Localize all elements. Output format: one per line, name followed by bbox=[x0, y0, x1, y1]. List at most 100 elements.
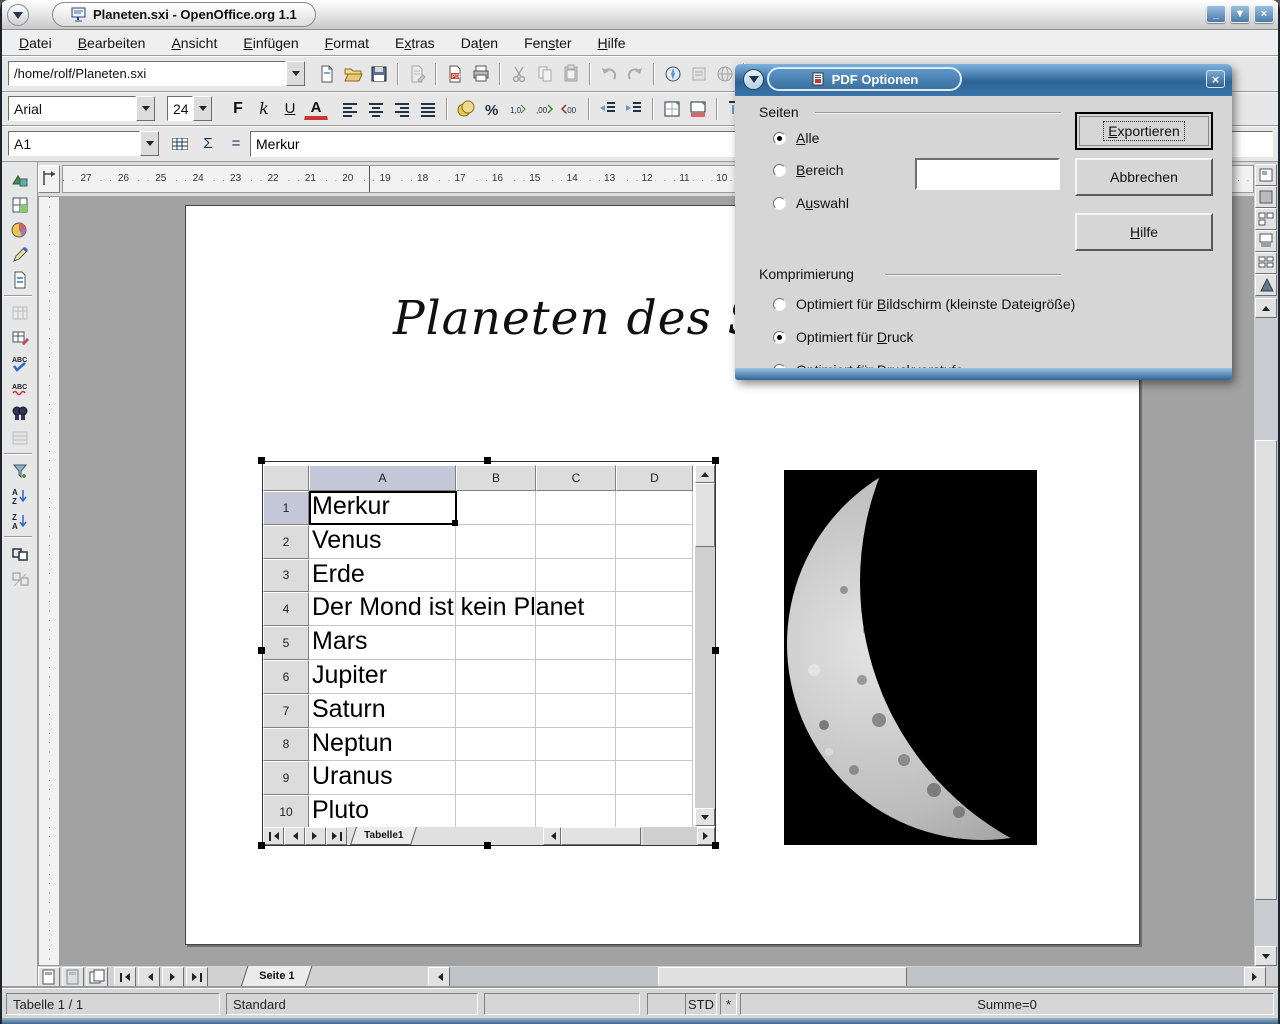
sheet-cell[interactable] bbox=[536, 626, 616, 660]
sum-button[interactable]: Σ bbox=[197, 133, 219, 155]
object-resize-handle[interactable] bbox=[484, 457, 491, 464]
titlebar[interactable]: Planeten.sxi - OpenOffice.org 1.1 _▼× bbox=[0, 0, 1280, 30]
font-color-button[interactable]: A bbox=[304, 98, 328, 120]
close-button[interactable]: × bbox=[1254, 5, 1274, 23]
sheet-cell[interactable] bbox=[616, 525, 693, 559]
navigator-button[interactable] bbox=[661, 62, 685, 86]
object-resize-handle[interactable] bbox=[258, 842, 265, 849]
sum-field[interactable]: Summe=0 bbox=[740, 993, 1274, 1015]
object-resize-handle[interactable] bbox=[712, 647, 719, 654]
handout-view-button[interactable] bbox=[1255, 252, 1277, 274]
row-header-2[interactable]: 2 bbox=[263, 525, 309, 559]
sheet-corner-box[interactable] bbox=[263, 465, 309, 491]
page-range-input[interactable] bbox=[915, 158, 1060, 190]
cancel-button[interactable]: Abbrechen bbox=[1075, 158, 1213, 196]
sheet-vscroll-thumb[interactable] bbox=[695, 483, 715, 547]
scroll-up-button[interactable] bbox=[1255, 298, 1277, 318]
cell-reference-arrow[interactable] bbox=[140, 131, 159, 156]
vscroll-thumb[interactable] bbox=[1255, 440, 1277, 900]
insert-mode[interactable] bbox=[647, 993, 688, 1015]
radio-option-alle[interactable]: Alle bbox=[773, 130, 819, 146]
sheet-cell[interactable] bbox=[456, 525, 536, 559]
bold-button[interactable]: F bbox=[226, 97, 250, 121]
insert-object-button[interactable] bbox=[7, 168, 33, 192]
export-button[interactable]: Exportieren bbox=[1075, 112, 1213, 150]
sheet-scroll-up-button[interactable] bbox=[695, 465, 715, 483]
insert-chart-button[interactable] bbox=[7, 218, 33, 242]
minimize-button[interactable]: _ bbox=[1206, 5, 1226, 23]
notes-view-button[interactable] bbox=[1255, 230, 1277, 252]
align-right-button[interactable] bbox=[390, 97, 414, 121]
menu-ansicht[interactable]: Ansicht bbox=[158, 33, 230, 53]
sheet-cell[interactable] bbox=[536, 559, 616, 593]
align-center-button[interactable] bbox=[364, 97, 388, 121]
menu-fenster[interactable]: Fenster bbox=[511, 33, 584, 53]
menu-hilfe[interactable]: Hilfe bbox=[585, 33, 639, 53]
radio-icon[interactable] bbox=[773, 298, 786, 311]
url-input[interactable] bbox=[8, 61, 286, 86]
open-button[interactable] bbox=[341, 62, 365, 86]
format-standard-button[interactable]: 1,0 bbox=[506, 97, 530, 121]
font-name-arrow[interactable] bbox=[136, 96, 155, 121]
decimal-delete-button[interactable]: ,00 bbox=[558, 97, 582, 121]
sheet-cell[interactable] bbox=[616, 728, 693, 762]
sheet-cell[interactable] bbox=[616, 559, 693, 593]
insert-cells-button[interactable] bbox=[7, 193, 33, 217]
font-size-combo[interactable]: 24 bbox=[167, 96, 212, 121]
row-header-1[interactable]: 1 bbox=[263, 491, 309, 525]
percent-button[interactable]: % bbox=[480, 97, 504, 121]
dialog-menu-button[interactable] bbox=[743, 69, 764, 90]
window-menu-button[interactable] bbox=[7, 4, 29, 26]
vertical-scrollbar[interactable] bbox=[1254, 162, 1278, 988]
sheet-cell[interactable] bbox=[456, 694, 536, 728]
radio-option-optimiertfrbildschirmkleinstedateigre[interactable]: Optimiert für Bildschirm (kleinste Datei… bbox=[773, 296, 1075, 312]
row-header-7[interactable]: 7 bbox=[263, 694, 309, 728]
menu-datei[interactable]: Datei bbox=[6, 33, 65, 53]
form-controls-button[interactable] bbox=[7, 268, 33, 292]
pdf-options-dialog[interactable]: PDF Optionen × SeitenAlleBereichAuswahlK… bbox=[735, 64, 1232, 380]
next-page-button[interactable] bbox=[162, 967, 184, 987]
page-style[interactable]: Standard bbox=[226, 993, 478, 1015]
sort-ascending-button[interactable]: AZ bbox=[7, 484, 33, 508]
row-header-8[interactable]: 8 bbox=[263, 728, 309, 762]
object-resize-handle[interactable] bbox=[712, 842, 719, 849]
autoformat-button[interactable] bbox=[7, 326, 33, 350]
maximize-button[interactable]: ▼ bbox=[1230, 5, 1250, 23]
sort-descending-button[interactable]: ZA bbox=[7, 509, 33, 533]
scroll-left-button[interactable] bbox=[428, 967, 450, 987]
url-dropdown-arrow[interactable] bbox=[286, 61, 305, 86]
dialog-close-button[interactable]: × bbox=[1206, 70, 1225, 88]
row-header-4[interactable]: 4 bbox=[263, 592, 309, 626]
radio-option-optimiertfrdruck[interactable]: Optimiert für Druck bbox=[773, 329, 913, 345]
previous-page-button[interactable] bbox=[138, 967, 160, 987]
italic-button[interactable]: k bbox=[252, 97, 276, 121]
row-header-3[interactable]: 3 bbox=[263, 559, 309, 593]
sheet-cell[interactable] bbox=[456, 559, 536, 593]
first-sheet-button[interactable] bbox=[263, 827, 284, 845]
sheet-scroll-down-button[interactable] bbox=[695, 808, 715, 826]
page-mode-button[interactable] bbox=[38, 967, 60, 987]
row-header-6[interactable]: 6 bbox=[263, 660, 309, 694]
radio-option-auswahl[interactable]: Auswahl bbox=[773, 195, 849, 211]
menu-extras[interactable]: Extras bbox=[382, 33, 448, 53]
sheet-hscroll-thumb[interactable] bbox=[561, 827, 641, 845]
object-resize-handle[interactable] bbox=[258, 457, 265, 464]
currency-button[interactable] bbox=[454, 97, 478, 121]
sheet-cell[interactable] bbox=[616, 491, 693, 525]
modified-flag[interactable]: * bbox=[720, 993, 737, 1015]
object-resize-handle[interactable] bbox=[258, 647, 265, 654]
sheet-cell[interactable]: Neptun bbox=[309, 728, 456, 762]
new-document-button[interactable] bbox=[315, 62, 339, 86]
radio-icon[interactable] bbox=[773, 132, 786, 145]
sheet-cell[interactable]: Mars bbox=[309, 626, 456, 660]
master-mode-button[interactable] bbox=[62, 967, 84, 987]
background-color-button[interactable] bbox=[686, 97, 710, 121]
hscroll-thumb[interactable] bbox=[658, 967, 907, 987]
column-header-b[interactable]: B bbox=[456, 465, 536, 491]
underline-button[interactable]: U bbox=[278, 97, 302, 121]
sheet-cell[interactable]: Pluto bbox=[309, 795, 456, 829]
url-combo[interactable] bbox=[8, 61, 305, 86]
sheet-scroll-left-button[interactable] bbox=[543, 827, 561, 845]
sheet-cell[interactable] bbox=[536, 525, 616, 559]
sheet-tab[interactable]: Tabelle1 bbox=[350, 827, 417, 845]
